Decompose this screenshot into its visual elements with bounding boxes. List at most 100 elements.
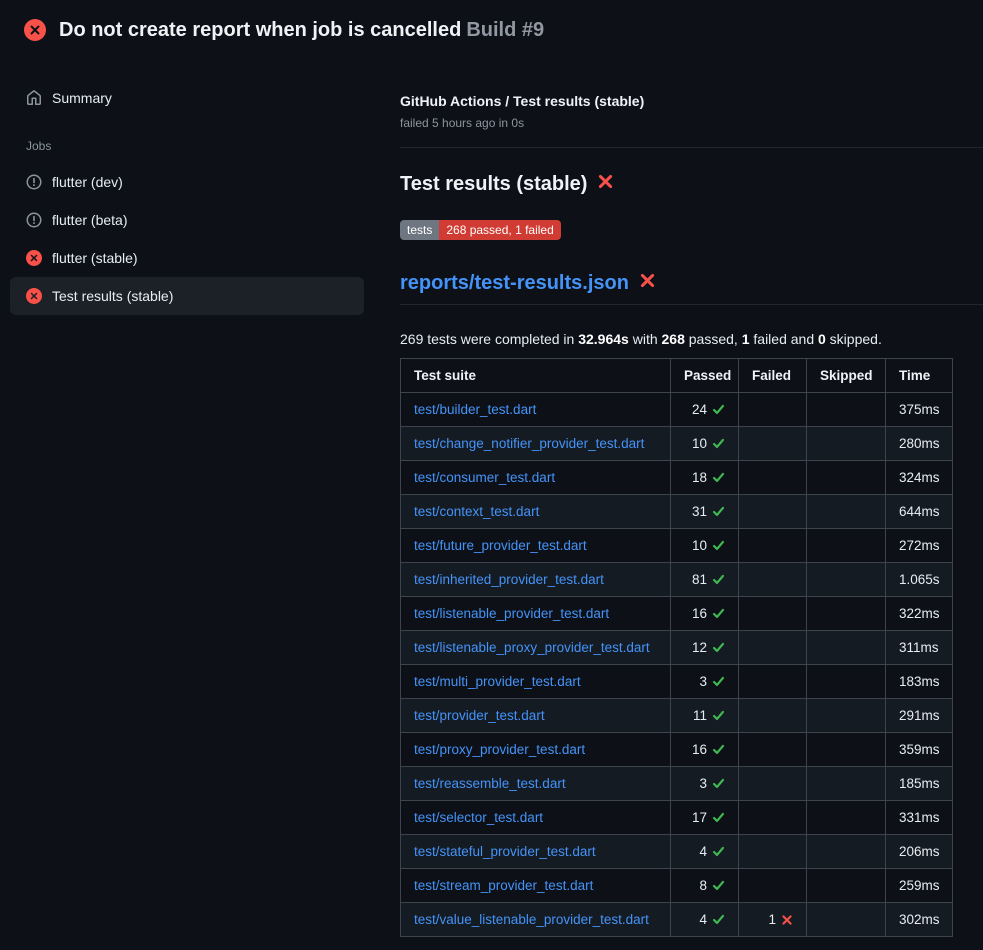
skipped-cell [807,869,886,903]
page-layout: Summary Jobs flutter (dev) flut [0,55,983,937]
table-row: test/multi_provider_test.dart3183ms [401,665,953,699]
summary-part: passed, [685,331,742,347]
sidebar-item-test-results-stable[interactable]: Test results (stable) [10,277,364,315]
skipped-cell [807,427,886,461]
suite-cell: test/proxy_provider_test.dart [401,733,671,767]
passed-cell: 16 [671,597,739,631]
passed-count: 4 [699,912,707,927]
failed-cell [739,495,807,529]
table-row: test/stateful_provider_test.dart4206ms [401,835,953,869]
passed-cell: 31 [671,495,739,529]
x-circle-fill-icon [26,288,42,304]
skipped-cell [807,393,886,427]
table-row: test/inherited_provider_test.dart 81 1.065… [401,563,953,597]
table-row: test/selector_test.dart17331ms [401,801,953,835]
summary-part: skipped. [826,331,882,347]
failed-cell [739,563,807,597]
suite-cell: test/listenable_proxy_provider_test.dart [401,631,671,665]
suite-cell: test/context_test.dart [401,495,671,529]
test-suite-link[interactable]: test/consumer_test.dart [414,470,555,485]
breadcrumb: GitHub Actions / Test results (stable) [400,93,983,109]
failed-cell [739,869,807,903]
sidebar-summary-label: Summary [52,88,112,108]
passed-cell: 4 [671,903,739,937]
x-circle-fill-icon [24,19,46,41]
test-suite-link[interactable]: test/listenable_proxy_provider_test.dart [414,640,650,655]
passed-cell: 81 [671,563,739,597]
job-label: flutter (stable) [52,248,138,268]
test-suite-link[interactable]: test/change_notifier_provider_test.dart [414,436,644,451]
failed-cell [739,393,807,427]
test-suite-link[interactable]: test/provider_test.dart [414,708,545,723]
table-row: test/reassemble_test.dart3185ms [401,767,953,801]
sidebar-item-flutter-stable[interactable]: flutter (stable) [10,239,364,277]
test-suite-link[interactable]: test/selector_test.dart [414,810,543,825]
check-icon [712,437,725,450]
sidebar-item-flutter-beta[interactable]: flutter (beta) [10,201,364,239]
page-title: Do not create report when job is cancell… [59,17,544,43]
table-row: test/future_provider_test.dart10272ms [401,529,953,563]
table-row: test/provider_test.dart11291ms [401,699,953,733]
suite-cell: test/reassemble_test.dart [401,767,671,801]
passed-count: 24 [692,402,707,417]
test-results-table-body: test/builder_test.dart24375mstest/change… [401,393,953,937]
neutral-status-icon [26,212,42,228]
time-cell: 1.065s [886,563,953,597]
col-header-test-suite: Test suite [401,359,671,393]
skipped-cell [807,529,886,563]
passed-count: 18 [692,470,707,485]
passed-count: 3 [699,776,707,791]
suite-cell: test/builder_test.dart [401,393,671,427]
suite-cell: test/listenable_provider_test.dart [401,597,671,631]
x-circle-fill-icon [26,250,42,266]
check-icon [712,607,725,620]
report-heading-link[interactable]: reports/test-results.json [400,272,629,295]
home-icon [26,90,42,106]
passed-count: 11 [693,708,707,723]
passed-cell: 18 [671,461,739,495]
check-icon [712,743,725,756]
test-suite-link[interactable]: test/context_test.dart [414,504,539,519]
passed-cell: 12 [671,631,739,665]
build-title-text: Do not create report when job is cancell… [59,19,461,41]
check-icon [712,845,725,858]
test-suite-link[interactable]: test/reassemble_test.dart [414,776,566,791]
passed-count: 8 [699,878,707,893]
test-suite-link[interactable]: test/stream_provider_test.dart [414,878,593,893]
test-suite-link[interactable]: test/future_provider_test.dart [414,538,587,553]
passed-cell: 24 [671,393,739,427]
test-suite-link[interactable]: test/inherited_provider_test.dart [414,572,604,587]
test-summary-line: 269 tests were completed in 32.964s with… [400,331,983,347]
passed-cell: 4 [671,835,739,869]
passed-cell: 3 [671,767,739,801]
test-suite-link[interactable]: test/proxy_provider_test.dart [414,742,585,757]
jobs-heading: Jobs [10,117,364,163]
test-suite-link[interactable]: test/value_listenable_provider_test.dart [414,912,649,927]
passed-count: 81 [692,572,707,587]
tests-badge: tests 268 passed, 1 failed [400,220,561,240]
x-icon [639,272,656,295]
check-icon [712,641,725,654]
passed-cell: 3 [671,665,739,699]
suite-cell: test/value_listenable_provider_test.dart [401,903,671,937]
job-label: Test results (stable) [52,286,173,306]
sidebar-item-summary[interactable]: Summary [10,79,364,117]
table-row: test/change_notifier_provider_test.dart1… [401,427,953,461]
skipped-cell [807,563,886,597]
passed-count: 3 [699,674,707,689]
test-suite-link[interactable]: test/listenable_provider_test.dart [414,606,609,621]
passed-cell: 17 [671,801,739,835]
failed-count: 1 [768,912,776,927]
test-suite-link[interactable]: test/builder_test.dart [414,402,536,417]
failed-cell [739,529,807,563]
sidebar-item-flutter-dev[interactable]: flutter (dev) [10,163,364,201]
suite-cell: test/inherited_provider_test.dart [401,563,671,597]
test-suite-link[interactable]: test/stateful_provider_test.dart [414,844,596,859]
main-content: GitHub Actions / Test results (stable) f… [380,55,983,937]
failed-cell [739,699,807,733]
table-row: test/context_test.dart31644ms [401,495,953,529]
failed-cell [739,835,807,869]
test-suite-link[interactable]: test/multi_provider_test.dart [414,674,581,689]
check-title: Test results (stable) [400,173,983,196]
time-cell: 359ms [886,733,953,767]
